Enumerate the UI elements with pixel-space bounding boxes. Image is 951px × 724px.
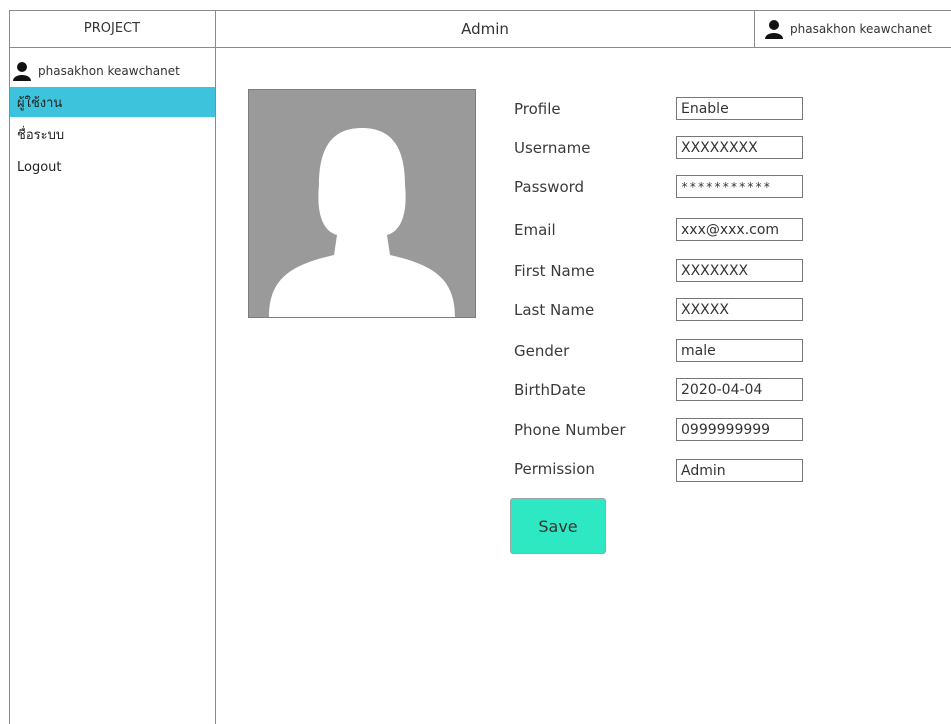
sidebar-item-label: ชื่อระบบ [17, 127, 65, 143]
phone-number-label: Phone Number [514, 421, 626, 439]
permission-field[interactable] [676, 459, 803, 482]
birthdate-field[interactable] [676, 378, 803, 401]
username-label: Username [514, 139, 591, 157]
sidebar-item-users[interactable]: ผู้ใช้งาน [10, 87, 215, 117]
birthdate-label: BirthDate [514, 381, 586, 399]
profile-avatar [248, 89, 476, 318]
header-user-menu[interactable]: phasakhon keawchanet [756, 10, 951, 47]
header-bottom-border [9, 47, 951, 48]
header-user-name: phasakhon keawchanet [790, 21, 932, 36]
last-name-field[interactable] [676, 298, 803, 321]
username-field[interactable] [676, 136, 803, 159]
last-name-label: Last Name [514, 301, 595, 319]
person-icon [764, 19, 784, 39]
project-label: PROJECT [83, 21, 141, 36]
sidebar-user-name: phasakhon keawchanet [38, 64, 180, 78]
sidebar-right-border [215, 10, 216, 724]
gender-label: Gender [514, 342, 570, 360]
sidebar-item-system-name[interactable]: ชื่อระบบ [10, 119, 215, 149]
sidebar-item-label: ผู้ใช้งาน [17, 95, 63, 111]
first-name-label: First Name [514, 262, 595, 280]
phone-number-field[interactable] [676, 418, 803, 441]
gender-field[interactable] [676, 339, 803, 362]
email-label: Email [514, 221, 556, 239]
sidebar-item-logout[interactable]: Logout [10, 152, 215, 182]
header-user-divider [754, 10, 755, 47]
profile-field[interactable] [676, 97, 803, 120]
permission-label: Permission [514, 460, 595, 478]
person-icon [12, 61, 32, 81]
user-silhouette-icon [269, 128, 455, 317]
sidebar-user: phasakhon keawchanet [12, 58, 212, 84]
sidebar-left-border [9, 10, 10, 724]
email-field[interactable] [676, 218, 803, 241]
first-name-field[interactable] [676, 259, 803, 282]
profile-label: Profile [514, 100, 561, 118]
save-button[interactable]: Save [510, 498, 606, 554]
password-label: Password [514, 178, 585, 196]
password-field[interactable] [676, 175, 803, 198]
sidebar-item-label: Logout [17, 159, 62, 175]
page-title: Admin [461, 19, 509, 38]
